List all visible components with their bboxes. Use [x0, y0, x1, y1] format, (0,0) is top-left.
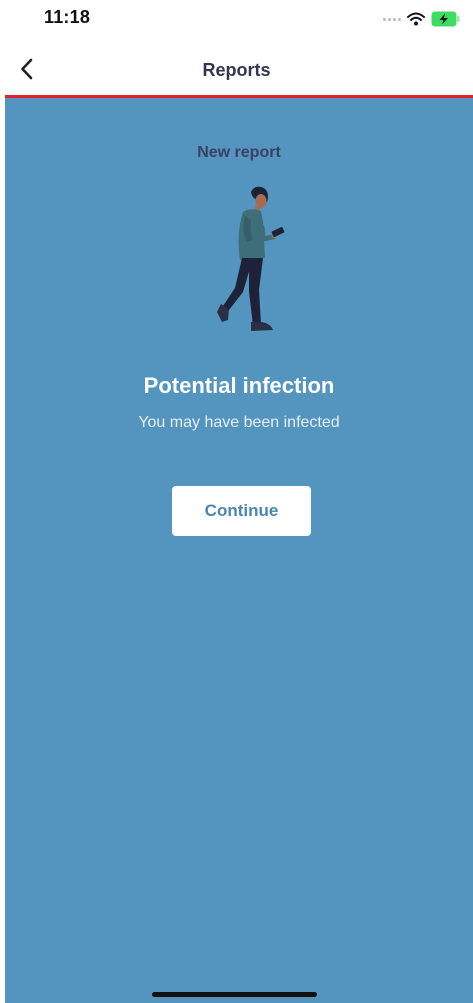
main-panel: New report Potential infection You may h…: [5, 98, 473, 1003]
headline: Potential infection: [143, 373, 335, 398]
person-walking-reading-phone-illustration: [217, 186, 285, 331]
wifi-icon: [407, 12, 425, 26]
continue-button[interactable]: Continue: [172, 486, 311, 536]
page-title: Reports: [202, 60, 271, 80]
navigation-bar: Reports: [0, 44, 473, 95]
status-icons: [383, 10, 461, 28]
subheadline: You may have been infected: [138, 414, 340, 431]
home-indicator: [152, 992, 317, 997]
status-time: 11:18: [44, 7, 91, 27]
status-bar: 11:18: [0, 0, 473, 44]
battery-charging-icon: [431, 11, 460, 27]
signal-dots-icon: [383, 17, 401, 21]
section-title: New report: [197, 144, 281, 161]
